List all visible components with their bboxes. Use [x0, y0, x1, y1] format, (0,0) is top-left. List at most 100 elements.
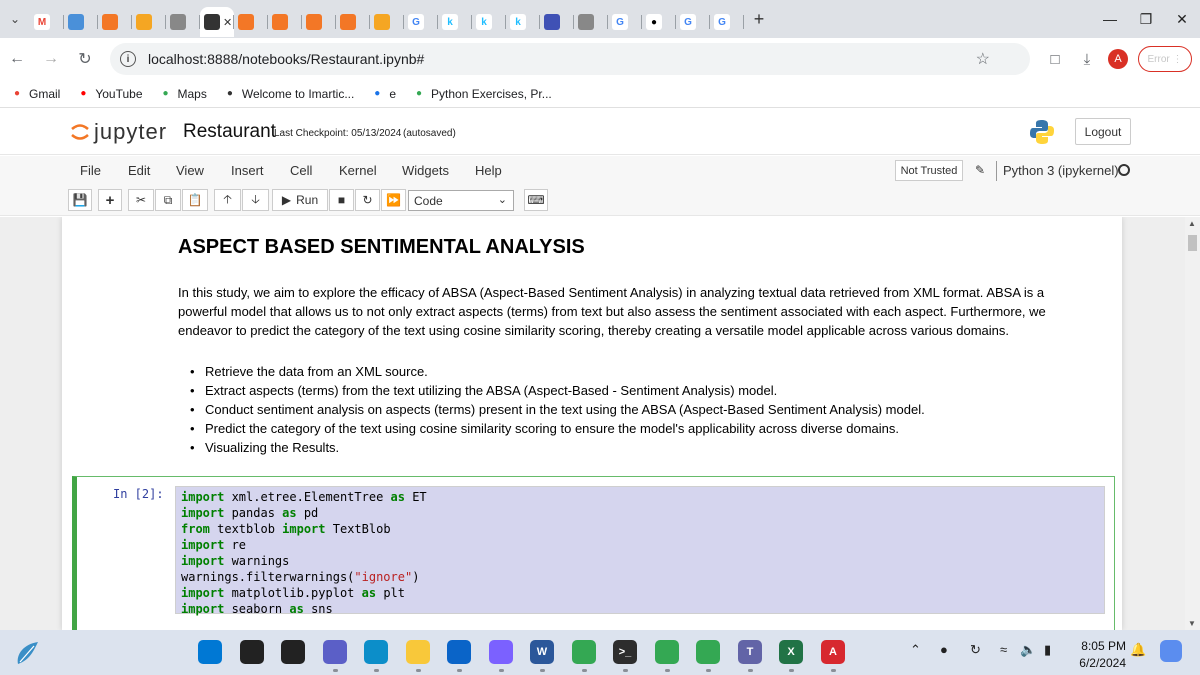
browser-tab[interactable]: [574, 7, 608, 37]
move-up-icon[interactable]: 🡡: [214, 189, 241, 211]
vertical-scrollbar[interactable]: ▲ ▼: [1185, 217, 1200, 630]
copilot-tray-icon[interactable]: [1160, 640, 1182, 662]
insert-cell-icon[interactable]: +: [98, 189, 122, 211]
close-tab-icon[interactable]: ✕: [223, 16, 232, 29]
menu-help[interactable]: Help: [475, 163, 502, 178]
code-cell[interactable]: In [2]: import xml.etree.ElementTree as …: [72, 476, 1115, 630]
scroll-down-icon[interactable]: ▼: [1188, 619, 1196, 628]
search-icon[interactable]: [240, 640, 264, 664]
chrome-icon[interactable]: [655, 640, 679, 664]
browser-tab[interactable]: k: [438, 7, 472, 37]
browser-tab[interactable]: G: [404, 7, 438, 37]
trust-button[interactable]: Not Trusted: [895, 160, 963, 181]
bookmark-item[interactable]: ● Gmail: [10, 87, 60, 101]
browser-tab[interactable]: k: [472, 7, 506, 37]
browser-tab[interactable]: [540, 7, 574, 37]
windows-start-icon[interactable]: [198, 640, 222, 664]
keyboard-icon[interactable]: ⌨: [524, 189, 548, 211]
volume-icon[interactable]: 🔈: [1020, 642, 1036, 658]
minimize-icon[interactable]: —: [1092, 0, 1128, 38]
browser-tab[interactable]: [268, 7, 302, 37]
scroll-up-icon[interactable]: ▲: [1188, 219, 1196, 228]
edit-pencil-icon[interactable]: ✎: [975, 163, 985, 177]
jupyter-logo[interactable]: jupyter: [70, 119, 167, 145]
close-window-icon[interactable]: ✕: [1164, 0, 1200, 38]
browser-tab[interactable]: [370, 7, 404, 37]
tab-search-chevron-icon[interactable]: ⌄: [0, 0, 30, 38]
restart-run-all-icon[interactable]: ⏩: [381, 189, 406, 211]
widgets-leaf-icon[interactable]: [14, 640, 42, 666]
forward-icon[interactable]: →: [34, 50, 68, 68]
save-icon[interactable]: 💾: [68, 189, 92, 211]
acrobat-icon[interactable]: A: [821, 640, 845, 664]
menu-insert[interactable]: Insert: [231, 163, 264, 178]
back-icon[interactable]: ←: [0, 50, 34, 68]
browser-tab[interactable]: [166, 7, 200, 37]
excel-icon[interactable]: X: [779, 640, 803, 664]
browser-tab[interactable]: [336, 7, 370, 37]
chrome-icon[interactable]: [572, 640, 596, 664]
chrome-icon[interactable]: [696, 640, 720, 664]
browser-tab[interactable]: k: [506, 7, 540, 37]
sync-icon[interactable]: ↻: [970, 642, 981, 658]
browser-tab[interactable]: G: [710, 7, 744, 37]
copilot-icon[interactable]: [489, 640, 513, 664]
menu-widgets[interactable]: Widgets: [402, 163, 449, 178]
menu-edit[interactable]: Edit: [128, 163, 150, 178]
notification-bell-icon[interactable]: 🔔: [1130, 642, 1146, 658]
reload-icon[interactable]: ↻: [68, 49, 102, 69]
scrollbar-thumb[interactable]: [1188, 235, 1197, 251]
url-text[interactable]: localhost:8888/notebooks/Restaurant.ipyn…: [148, 51, 424, 67]
paste-icon[interactable]: 📋: [182, 189, 208, 211]
restart-icon[interactable]: ↻: [355, 189, 380, 211]
battery-icon[interactable]: ▮: [1044, 642, 1051, 658]
browser-tab[interactable]: M: [30, 7, 64, 37]
profile-avatar[interactable]: A: [1108, 49, 1128, 69]
restore-icon[interactable]: ❐: [1128, 0, 1164, 38]
browser-tab[interactable]: G: [676, 7, 710, 37]
system-clock[interactable]: 8:05 PM 6/2/2024: [1066, 638, 1126, 672]
browser-tab[interactable]: [98, 7, 132, 37]
file-explorer-icon[interactable]: [406, 640, 430, 664]
error-button[interactable]: Error ⋮: [1138, 46, 1192, 72]
tray-overflow-icon[interactable]: ⌃: [910, 642, 921, 658]
browser-tab[interactable]: ✕: [200, 7, 234, 37]
bookmark-item[interactable]: ● Python Exercises, Pr...: [412, 87, 552, 101]
edge-icon[interactable]: [364, 640, 388, 664]
move-down-icon[interactable]: 🡣: [242, 189, 269, 211]
task-view-icon[interactable]: [281, 640, 305, 664]
browser-tab[interactable]: [64, 7, 98, 37]
new-tab-button[interactable]: +: [744, 4, 774, 34]
browser-tab[interactable]: [234, 7, 268, 37]
menu-file[interactable]: File: [80, 163, 101, 178]
browser-tab[interactable]: ●: [642, 7, 676, 37]
bookmark-item[interactable]: ● YouTube: [76, 87, 142, 101]
menu-cell[interactable]: Cell: [290, 163, 312, 178]
kernel-name[interactable]: Python 3 (ipykernel): [996, 161, 1119, 181]
extensions-icon[interactable]: □: [1044, 51, 1066, 68]
menu-kernel[interactable]: Kernel: [339, 163, 377, 178]
cut-icon[interactable]: ✂: [128, 189, 154, 211]
word-icon[interactable]: W: [530, 640, 554, 664]
cell-type-select[interactable]: Code ⌄: [408, 190, 514, 211]
download-icon[interactable]: ⤓: [1076, 51, 1098, 68]
meet-icon[interactable]: [323, 640, 347, 664]
bookmark-item[interactable]: ● Maps: [159, 87, 206, 101]
browser-tab[interactable]: [132, 7, 166, 37]
terminal-icon[interactable]: >_: [613, 640, 637, 664]
menu-view[interactable]: View: [176, 163, 204, 178]
code-editor[interactable]: import xml.etree.ElementTree as ET import…: [175, 486, 1105, 616]
bookmark-item[interactable]: ● e: [370, 87, 396, 101]
interrupt-icon[interactable]: ■: [329, 189, 354, 211]
logout-button[interactable]: Logout: [1075, 118, 1131, 145]
browser-tab[interactable]: G: [608, 7, 642, 37]
copy-icon[interactable]: ⧉: [155, 189, 181, 211]
browser-tab[interactable]: [302, 7, 336, 37]
mail-icon[interactable]: [447, 640, 471, 664]
bookmark-item[interactable]: ● Welcome to Imartic...: [223, 87, 355, 101]
tray-app-icon[interactable]: ●: [940, 642, 948, 657]
teams-icon[interactable]: T: [738, 640, 762, 664]
bookmark-star-icon[interactable]: ☆: [976, 49, 990, 69]
run-button[interactable]: ▶ Run: [272, 189, 328, 211]
address-bar[interactable]: i localhost:8888/notebooks/Restaurant.ip…: [110, 43, 1030, 75]
